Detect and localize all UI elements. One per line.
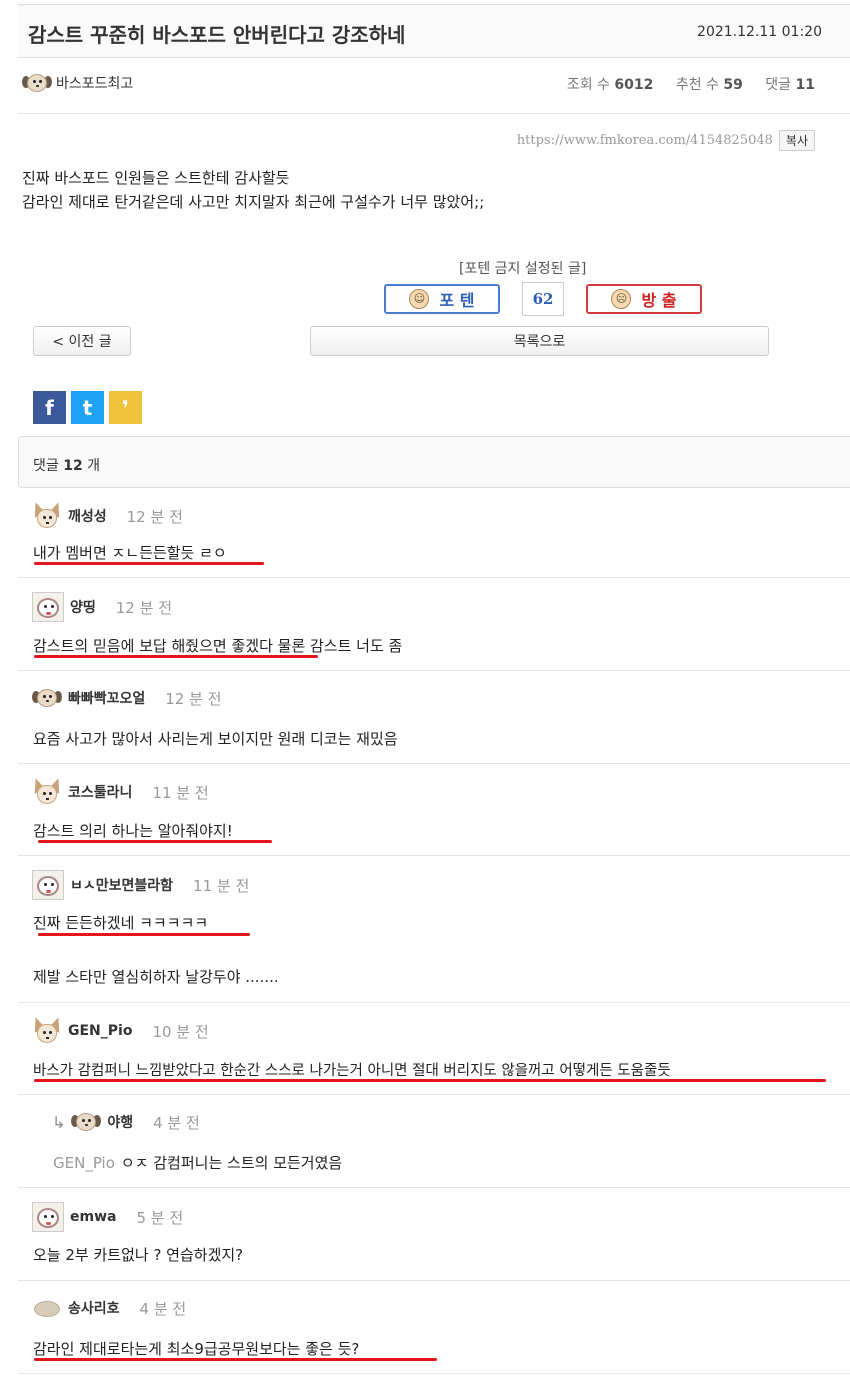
thumbs-up-face-icon: ☺: [409, 289, 430, 309]
comments-label: 댓글: [765, 77, 792, 93]
downvote-label: 방 출: [641, 291, 677, 310]
puppy-avatar-icon: [32, 870, 64, 900]
red-underline: [34, 562, 264, 565]
post-stats: 조회 수 6012 추천 수 59 댓글 11: [567, 74, 815, 94]
red-underline: [38, 840, 272, 843]
comment-item: 양띵 12 분 전 감스트의 믿음에 보답 해줬으면 좋겠다 물론 감스트 너도…: [18, 578, 850, 671]
comments-count: 11: [795, 77, 815, 93]
comment-time: 4 분 전: [153, 1113, 200, 1132]
likes-count: 59: [723, 77, 743, 93]
post-header: 감스트 꾸준히 바스포드 안버린다고 강조하네 2021.12.11 01:20: [18, 4, 850, 58]
ban-notice: [포텐 금지 설정된 글]: [459, 261, 587, 277]
comment-text: GEN_Pio ㅇㅈ 감컴퍼니는 스트의 모든거였음: [53, 1152, 342, 1173]
comment-text: 감스트 의리 하나는 알아줘야지!: [33, 822, 233, 840]
post-body-line: 감라인 제대로 탄거같은데 사고만 치지말자 최근에 구설수가 너무 많았어;;: [22, 193, 485, 211]
dog-avatar-icon: [32, 687, 62, 709]
post-meta: 바스포드최고 조회 수 6012 추천 수 59 댓글 11: [18, 58, 850, 114]
author-avatar-icon: [22, 72, 52, 94]
reply-arrow-icon: ↳: [52, 1112, 66, 1132]
comment-text: 진짜 든든하겠네 ㅋㅋㅋㅋㅋ: [33, 914, 209, 932]
fox-avatar-icon: [29, 776, 65, 806]
upvote-label: 포 텐: [439, 291, 475, 310]
comment-author[interactable]: 빠빠빡꼬오얼: [68, 688, 145, 708]
back-to-list-button[interactable]: 목록으로: [310, 326, 769, 356]
comment-item: 빠빠빡꼬오얼 12 분 전 요즘 사고가 많아서 사리는게 보이지만 원래 디코…: [18, 671, 850, 764]
post-title: 감스트 꾸준히 바스포드 안버린다고 강조하네: [28, 23, 406, 47]
comment-item: 송사리호 4 분 전 감라인 제대로타는게 최소9급공무원보다는 좋은 듯?: [18, 1281, 850, 1374]
thumbs-down-face-icon: ☹: [611, 289, 632, 309]
reply-comment-item: ↳ 야행 4 분 전 GEN_Pio ㅇㅈ 감컴퍼니는 스트의 모든거였음: [18, 1095, 850, 1188]
red-underline: [34, 655, 318, 658]
comment-text: 감스트의 믿음에 보답 해줬으면 좋겠다 물론 감스트 너도 좀: [33, 637, 403, 655]
likes-label: 추천 수: [675, 77, 719, 93]
reply-target[interactable]: GEN_Pio: [53, 1154, 115, 1172]
prev-post-button[interactable]: < 이전 글: [33, 326, 131, 356]
red-underline: [34, 1358, 437, 1361]
comment-author[interactable]: 송사리호: [68, 1298, 120, 1318]
comment-author[interactable]: 야행: [107, 1112, 133, 1132]
comment-time: 12 분 전: [165, 689, 222, 708]
puppy-avatar-icon: [32, 1202, 64, 1232]
comment-text: 요즘 사고가 많아서 사리는게 보이지만 원래 디코는 재밌음: [33, 730, 398, 748]
comment-time: 4 분 전: [139, 1299, 187, 1318]
post-url-row: https://www.fmkorea.com/4154825048 복사: [517, 130, 815, 151]
copy-url-button[interactable]: 복사: [778, 130, 815, 151]
author-link[interactable]: 바스포드최고: [22, 72, 133, 94]
comment-time: 10 분 전: [152, 1022, 209, 1041]
comment-text: 바스가 감컴퍼니 느낌받았다고 한순간 스스로 나가는거 아니면 절대 버리지도…: [33, 1063, 671, 1079]
kakaostory-share-icon[interactable]: ❜: [109, 391, 142, 424]
comment-time: 12 분 전: [115, 598, 172, 617]
comment-text: 내가 멤버면 ㅈㄴ든든할듯 ㄹㅇ: [33, 544, 227, 562]
comment-text-line2: 제발 스타만 열심히하자 날강두야 .......: [33, 968, 279, 986]
vote-count: 62: [522, 282, 564, 316]
comment-count-header: 댓글 12 개: [18, 436, 850, 488]
comment-author[interactable]: 양띵: [70, 597, 96, 617]
puppy-avatar-icon: [32, 592, 64, 622]
share-buttons: f t ❜: [33, 391, 142, 424]
red-underline: [38, 933, 250, 936]
comment-header-suffix: 개: [87, 458, 101, 474]
fox-avatar-icon: [29, 500, 65, 530]
comment-text: 오늘 2부 카트없나 ? 연습하겠지?: [33, 1246, 244, 1264]
comment-item: 코스툴라니 11 분 전 감스트 의리 하나는 알아줘야지!: [18, 764, 850, 856]
comment-author[interactable]: ㅂㅅ만보면블라함: [70, 875, 173, 895]
comment-author[interactable]: emwa: [70, 1209, 116, 1225]
blob-avatar-icon: [32, 1297, 62, 1319]
comment-time: 11 분 전: [152, 783, 209, 802]
comment-item: GEN_Pio 10 분 전 바스가 감컴퍼니 느낌받았다고 한순간 스스로 나…: [18, 1003, 850, 1095]
post-body: 진짜 바스포드 인원들은 스트한테 감사할듯 감라인 제대로 탄거같은데 사고만…: [22, 166, 484, 214]
comment-author[interactable]: 깨성성: [68, 506, 107, 526]
comment-text: 감라인 제대로타는게 최소9급공무원보다는 좋은 듯?: [33, 1340, 360, 1358]
reply-body: ㅇㅈ 감컴퍼니는 스트의 모든거였음: [120, 1154, 343, 1172]
dog-avatar-icon: [71, 1111, 102, 1133]
views-label: 조회 수: [566, 77, 610, 93]
author-name: 바스포드최고: [56, 76, 134, 92]
post-body-line: 진짜 바스포드 인원들은 스트한테 감사할듯: [22, 169, 290, 187]
comment-author[interactable]: 코스툴라니: [68, 782, 132, 802]
comment-time: 11 분 전: [193, 876, 250, 895]
vote-row: ☺ 포 텐 62 ☹ 방 출: [384, 282, 702, 316]
upvote-button[interactable]: ☺ 포 텐: [384, 284, 500, 314]
comment-item: 깨성성 12 분 전 내가 멤버면 ㅈㄴ든든할듯 ㄹㅇ: [18, 488, 850, 578]
fox-avatar-icon: [29, 1015, 65, 1045]
comment-item: emwa 5 분 전 오늘 2부 카트없나 ? 연습하겠지?: [18, 1188, 850, 1281]
red-underline: [34, 1079, 826, 1082]
downvote-button[interactable]: ☹ 방 출: [586, 284, 702, 314]
comment-author[interactable]: GEN_Pio: [68, 1023, 132, 1039]
comment-header-prefix: 댓글: [33, 458, 59, 474]
post-date: 2021.12.11 01:20: [697, 24, 822, 40]
comment-header-count: 12: [63, 458, 83, 474]
comment-time: 12 분 전: [126, 507, 183, 526]
views-count: 6012: [614, 77, 654, 93]
facebook-share-icon[interactable]: f: [33, 391, 66, 424]
comment-time: 5 분 전: [136, 1208, 184, 1227]
post-url[interactable]: https://www.fmkorea.com/4154825048: [517, 133, 773, 148]
twitter-share-icon[interactable]: t: [71, 391, 104, 424]
comment-item: ㅂㅅ만보면블라함 11 분 전 진짜 든든하겠네 ㅋㅋㅋㅋㅋ 제발 스타만 열심…: [18, 856, 850, 1003]
